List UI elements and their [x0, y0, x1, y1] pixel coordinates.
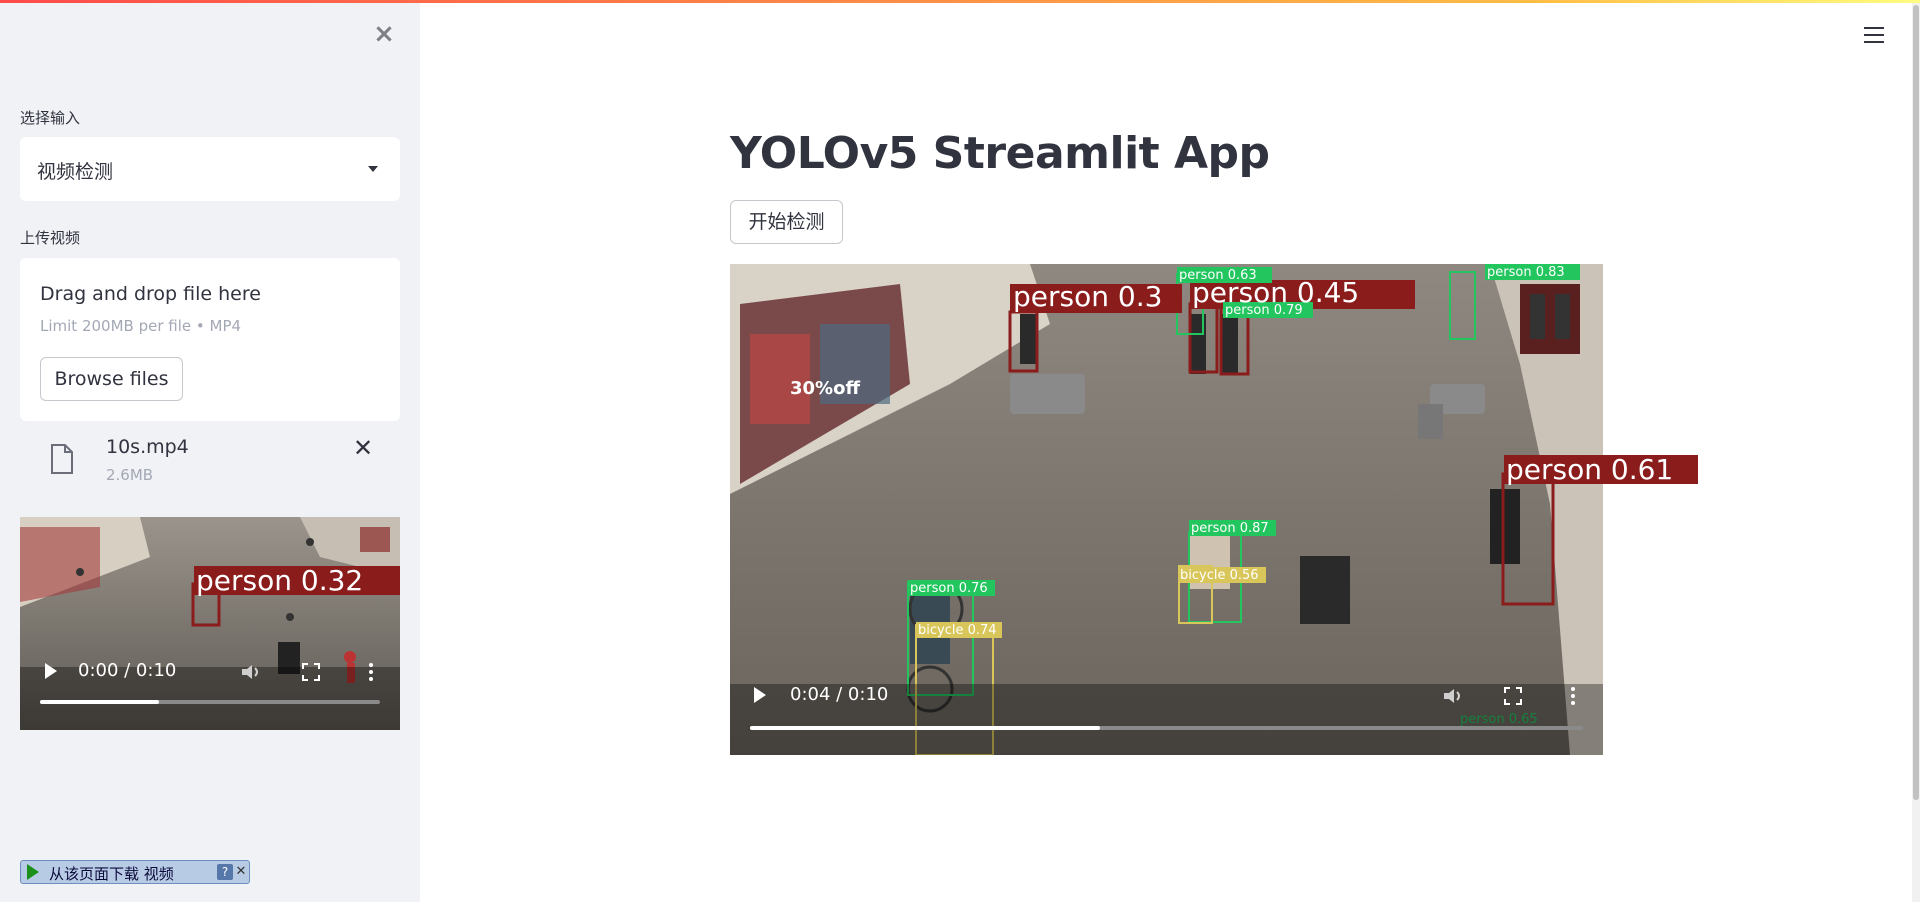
- file-name: 10s.mp4: [106, 436, 189, 458]
- main-video-time: 0:04 / 0:10: [790, 684, 889, 705]
- main-video-player[interactable]: 30%off person 0.3 person 0.45 person 0.6…: [730, 264, 1698, 755]
- download-video-text: 从该页面下载 视频: [49, 865, 174, 883]
- detection-label: person 0.63: [1179, 268, 1257, 283]
- sidebar: × 选择输入 视频检测 上传视频 Drag and drop file here…: [0, 0, 420, 902]
- input-select[interactable]: 视频检测: [20, 137, 400, 201]
- file-size: 2.6MB: [106, 466, 154, 484]
- file-icon: [51, 444, 73, 474]
- main-video-progress-fill: [750, 726, 1100, 730]
- detection-label: bicycle 0.74: [918, 623, 997, 638]
- sidebar-video-progress-track[interactable]: [40, 700, 380, 704]
- help-icon[interactable]: ?: [217, 864, 233, 880]
- file-uploader-dropzone[interactable]: Drag and drop file here Limit 200MB per …: [20, 258, 400, 421]
- detection-label: person 0.79: [1225, 303, 1303, 318]
- upload-limit-text: Limit 200MB per file • MP4: [40, 317, 242, 335]
- detection-label: person 0.83: [1487, 265, 1565, 280]
- shop-sign-text: 30%off: [790, 378, 860, 399]
- browse-files-button[interactable]: Browse files: [40, 357, 183, 401]
- menu-icon[interactable]: [1864, 27, 1884, 45]
- fullscreen-icon[interactable]: [1504, 687, 1522, 705]
- top-decoration-bar: [0, 0, 1920, 3]
- main-video-frame: 30%off person 0.3 person 0.45 person 0.6…: [730, 264, 1603, 755]
- sidebar-video-frame: person 0.32: [20, 517, 400, 730]
- start-detection-button[interactable]: 开始检测: [730, 200, 843, 244]
- detection-label: person 0.87: [1191, 521, 1269, 536]
- input-select-value: 视频检测: [37, 161, 114, 183]
- uploaded-file-row: 10s.mp4 2.6MB ✕: [20, 430, 400, 490]
- main-video-progress-track[interactable]: [750, 726, 1583, 730]
- close-sidebar-icon[interactable]: ×: [372, 21, 396, 47]
- detection-label: person 0.76: [910, 581, 988, 596]
- sidebar-detection-label: person 0.32: [196, 564, 363, 597]
- close-icon[interactable]: ✕: [234, 864, 248, 880]
- detection-label: person 0.61: [1504, 455, 1698, 484]
- play-icon[interactable]: [45, 663, 57, 679]
- sidebar-video-player[interactable]: person 0.32 0:00 / 0:10: [20, 517, 400, 730]
- remove-file-icon[interactable]: ✕: [353, 436, 373, 460]
- more-options-icon[interactable]: [1570, 686, 1576, 706]
- input-select-label: 选择输入: [20, 109, 81, 127]
- more-options-icon[interactable]: [368, 662, 374, 682]
- page-scrollbar-thumb[interactable]: [1913, 5, 1919, 800]
- sidebar-video-time: 0:00 / 0:10: [78, 660, 177, 681]
- download-video-bar[interactable]: 从该页面下载 视频 ? ✕: [20, 860, 250, 884]
- detection-label: bicycle 0.56: [1180, 568, 1259, 583]
- detection-label: person 0.3: [1013, 280, 1162, 313]
- fullscreen-icon[interactable]: [302, 663, 320, 681]
- chevron-down-icon: [368, 166, 378, 172]
- page-title: YOLOv5 Streamlit App: [730, 128, 1270, 179]
- drag-drop-text: Drag and drop file here: [40, 283, 261, 305]
- upload-label: 上传视频: [20, 229, 81, 247]
- play-icon: [27, 864, 39, 880]
- sidebar-video-progress-fill: [40, 700, 159, 704]
- volume-icon[interactable]: [240, 663, 262, 681]
- volume-icon[interactable]: [1442, 687, 1464, 705]
- play-icon[interactable]: [754, 687, 766, 703]
